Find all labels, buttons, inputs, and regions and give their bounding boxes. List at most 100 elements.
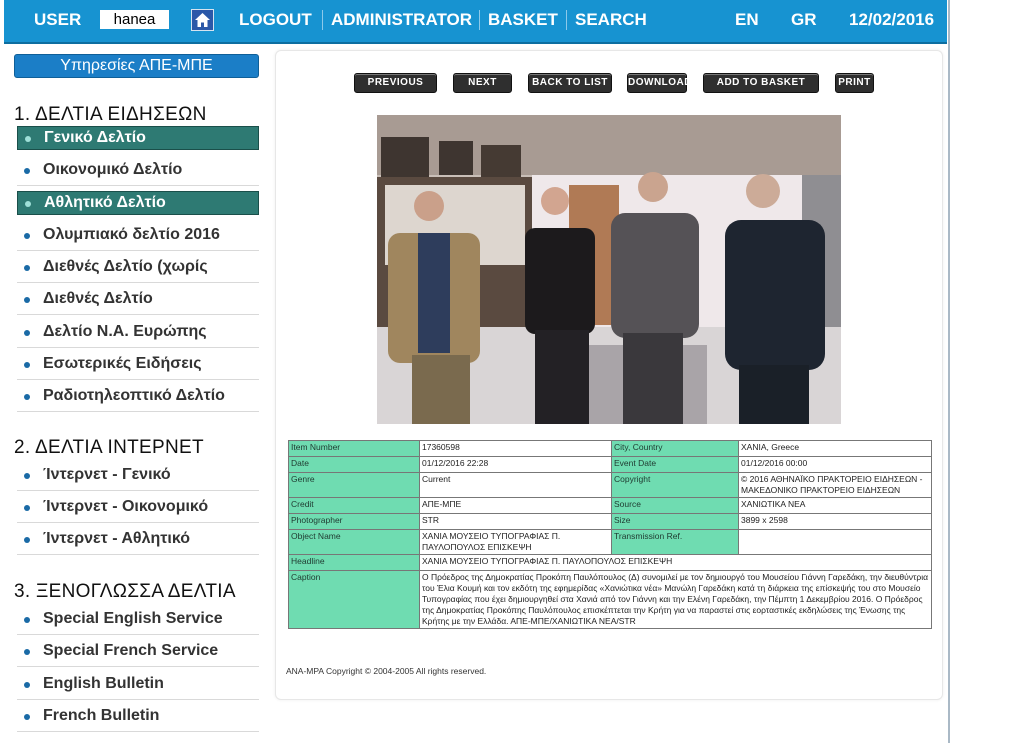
city-value: ΧΑΝΙΑ, Greece [738, 440, 932, 457]
bullet-icon [24, 473, 30, 479]
sidebar-item-general[interactable]: Γενικό Δελτίο [17, 126, 259, 150]
sidebar-item-label: Οικονομικό Δελτίο [43, 161, 183, 178]
headline-value: ΧΑΝΙΑ ΜΟΥΣΕΙΟ ΤΥΠΟΓΡΑΦΙΑΣ Π. ΠΑΥΛΟΠΟΥΛΟΣ… [419, 554, 932, 571]
sidebar-item-label: Ίντερνετ - Αθλητικό [43, 530, 190, 547]
caption-label: Caption [288, 570, 420, 629]
sidebar-item-internet-sports[interactable]: Ίντερνετ - Αθλητικό [17, 525, 259, 555]
copyright-label: Copyright [611, 472, 739, 498]
genre-value: Current [419, 472, 612, 498]
credit-label: Credit [288, 497, 420, 514]
size-value: 3899 x 2598 [738, 513, 932, 530]
object-name-label: Object Name [288, 529, 420, 555]
sidebar-item-special-french[interactable]: Special French Service [17, 637, 259, 667]
size-label: Size [611, 513, 739, 530]
sidebar-item-label: English Bulletin [43, 675, 164, 692]
sidebar-item-international-nogreek[interactable]: Διεθνές Δελτίο (χωρίς [17, 253, 259, 283]
bullet-icon [24, 537, 30, 543]
bullet-icon [24, 714, 30, 720]
sidebar-item-label: Διεθνές Δελτίο [43, 290, 153, 307]
previous-button[interactable]: PREVIOUS [354, 73, 437, 93]
content-panel: PREVIOUS NEXT BACK TO LIST DOWNLOAD ADD … [275, 50, 943, 700]
language-en-link[interactable]: EN [735, 10, 759, 30]
bullet-icon [24, 649, 30, 655]
transmission-ref-label: Transmission Ref. [611, 529, 739, 555]
sidebar-item-label: Ίντερνετ - Γενικό [43, 466, 171, 483]
copyright-value: © 2016 ΑΘΗΝΑΪΚΟ ΠΡΑΚΤΟΡΕΙΟ ΕΙΔΗΣΕΩΝ - ΜΑ… [738, 472, 932, 498]
city-label: City, Country [611, 440, 739, 457]
next-button[interactable]: NEXT [453, 73, 512, 93]
user-label: USER [34, 10, 82, 29]
bullet-icon [24, 233, 30, 239]
bullet-icon [24, 394, 30, 400]
sidebar-item-economic[interactable]: Οικονομικό Δελτίο [17, 156, 259, 186]
bullet-icon [24, 168, 30, 174]
sidebar-item-label: Special English Service [43, 610, 223, 627]
photographer-value: STR [419, 513, 612, 530]
sidebar-item-special-english[interactable]: Special English Service [17, 605, 259, 635]
event-date-label: Event Date [611, 456, 739, 473]
bullet-icon [24, 297, 30, 303]
sidebar-item-label: Εσωτερικές Ειδήσεις [43, 355, 202, 372]
home-icon[interactable] [191, 9, 214, 31]
photographer-label: Photographer [288, 513, 420, 530]
sidebar-item-label: Special French Service [43, 642, 219, 659]
metadata-table: Item Number 17360598 City, Country ΧΑΝΙΑ… [288, 440, 932, 629]
headline-label: Headline [288, 554, 420, 571]
sidebar-item-international[interactable]: Διεθνές Δελτίο [17, 285, 259, 315]
sidebar-item-label: Δελτίο Ν.Α. Ευρώπης [43, 323, 207, 340]
bullet-icon [24, 682, 30, 688]
object-name-value: ΧΑΝΙΑ ΜΟΥΣΕΙΟ ΤΥΠΟΓΡΑΦΙΑΣ Π. ΠΑΥΛΟΠΟΥΛΟΣ… [419, 529, 612, 555]
section-title-foreign: 3. ΞΕΝΟΓΛΩΣΣΑ ΔΕΛΤΙΑ [14, 581, 236, 602]
section-title-internet: 2. ΔΕΛΤΙΑ ΙΝΤΕΡΝΕΤ [14, 437, 204, 458]
footer-copyright: ANA-MPA Copyright © 2004-2005 All rights… [286, 666, 487, 676]
date-label: Date [288, 456, 420, 473]
download-button[interactable]: DOWNLOAD [627, 73, 692, 93]
section-title-news: 1. ΔΕΛΤΙΑ ΕΙΔΗΣΕΩΝ [14, 104, 207, 125]
news-photo [377, 115, 841, 424]
administrator-link[interactable]: ADMINISTRATOR [331, 10, 472, 30]
separator [566, 10, 567, 30]
item-number-value: 17360598 [419, 440, 612, 457]
sidebar-item-label: Διεθνές Δελτίο (χωρίς [43, 258, 208, 275]
caption-value: Ο Πρόεδρος της Δημοκρατίας Προκόπη Παυλό… [419, 570, 932, 629]
username-field: hanea [100, 10, 169, 29]
separator [479, 10, 480, 30]
bullet-icon [25, 136, 31, 142]
bullet-icon [25, 201, 31, 207]
sidebar-item-internet-economic[interactable]: Ίντερνετ - Οικονομικό [17, 493, 259, 523]
sidebar-item-label: Ολυμπιακό δελτίο 2016 [43, 226, 220, 243]
bullet-icon [24, 362, 30, 368]
search-link[interactable]: SEARCH [575, 10, 647, 30]
sidebar-header: Υπηρεσίες ΑΠΕ-ΜΠΕ [14, 54, 259, 78]
bullet-icon [24, 330, 30, 336]
sidebar-item-label: Ραδιοτηλεοπτικό Δελτίο [43, 387, 225, 404]
sidebar-item-olympic[interactable]: Ολυμπιακό δελτίο 2016 [17, 221, 259, 251]
basket-link[interactable]: BASKET [488, 10, 558, 30]
print-button[interactable]: PRINT [835, 73, 874, 93]
source-label: Source [611, 497, 739, 514]
item-number-label: Item Number [288, 440, 420, 457]
sidebar-item-internet-general[interactable]: Ίντερνετ - Γενικό [17, 461, 259, 491]
date-value: 01/12/2016 22:28 [419, 456, 612, 473]
sidebar-item-label: Ίντερνετ - Οικονομικό [43, 498, 209, 515]
sidebar-item-domestic[interactable]: Εσωτερικές Ειδήσεις [17, 350, 259, 380]
genre-label: Genre [288, 472, 420, 498]
bullet-icon [24, 265, 30, 271]
event-date-value: 01/12/2016 00:00 [738, 456, 932, 473]
sidebar-item-sports[interactable]: Αθλητικό Δελτίο [17, 191, 259, 215]
sidebar-item-broadcast[interactable]: Ραδιοτηλεοπτικό Δελτίο [17, 382, 259, 412]
sidebar-item-label: French Bulletin [43, 707, 160, 724]
source-value: ΧΑΝΙΩΤΙΚΑ ΝΕΑ [738, 497, 932, 514]
bullet-icon [24, 617, 30, 623]
bullet-icon [24, 505, 30, 511]
sidebar-item-se-europe[interactable]: Δελτίο Ν.Α. Ευρώπης [17, 318, 259, 348]
credit-value: ΑΠΕ-ΜΠΕ [419, 497, 612, 514]
language-gr-link[interactable]: GR [791, 10, 817, 30]
logout-link[interactable]: LOGOUT [239, 10, 312, 30]
sidebar-item-french-bulletin[interactable]: French Bulletin [17, 702, 259, 732]
back-to-list-button[interactable]: BACK TO LIST [528, 73, 612, 93]
sidebar-item-label: Αθλητικό Δελτίο [44, 194, 166, 211]
add-to-basket-button[interactable]: ADD TO BASKET [703, 73, 819, 93]
sidebar-item-english-bulletin[interactable]: English Bulletin [17, 670, 259, 700]
sidebar: Υπηρεσίες ΑΠΕ-ΜΠΕ 1. ΔΕΛΤΙΑ ΕΙΔΗΣΕΩΝ Γεν… [0, 48, 270, 743]
